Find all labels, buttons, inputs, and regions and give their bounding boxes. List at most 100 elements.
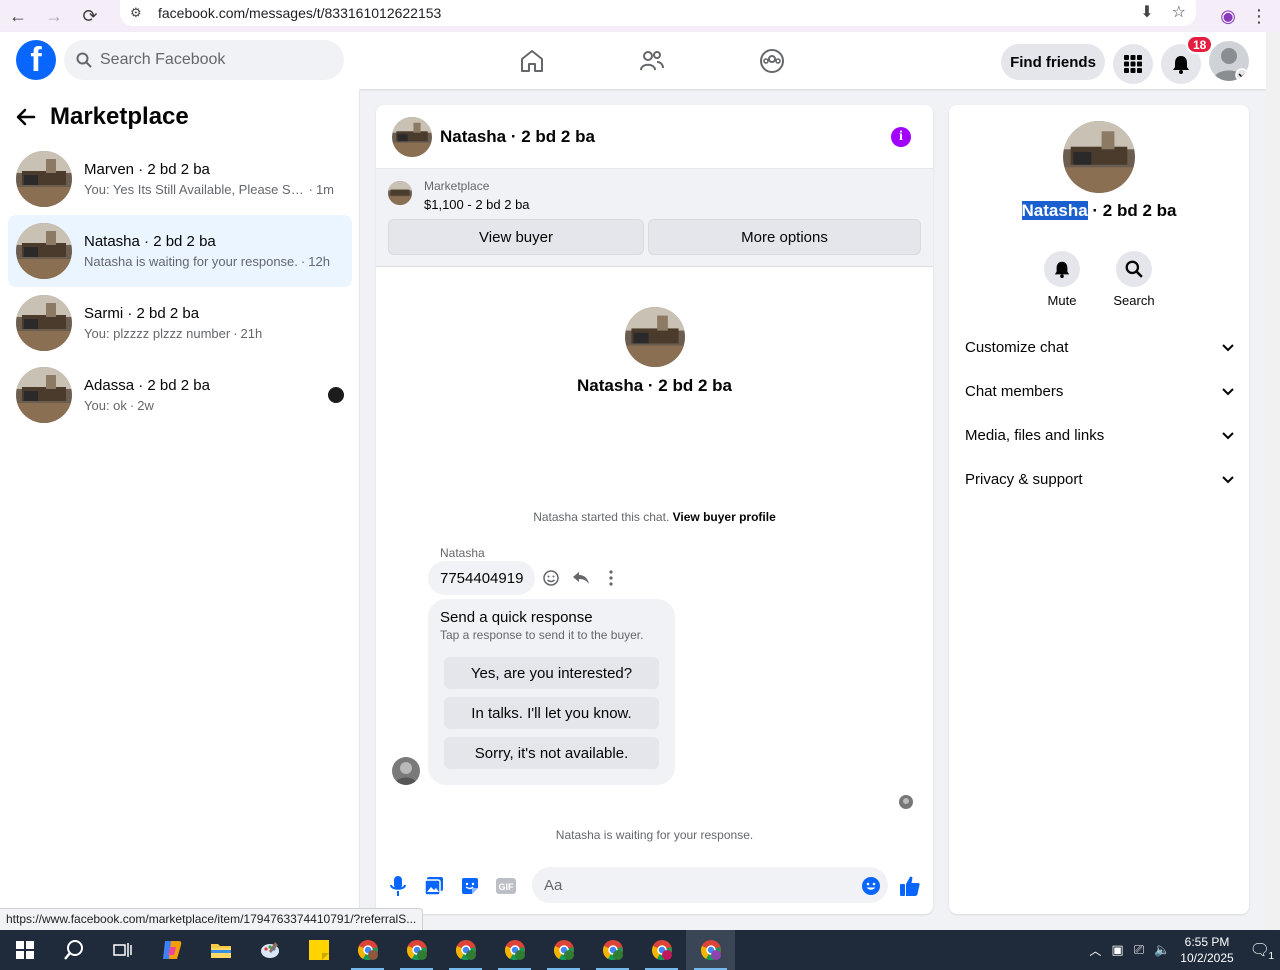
- address-bar[interactable]: ⚙ facebook.com/messages/t/83316101262215…: [120, 0, 1196, 26]
- reload-icon[interactable]: ⟳: [72, 0, 108, 32]
- search-icon: [1125, 260, 1143, 278]
- find-friends-button[interactable]: Find friends: [1001, 44, 1105, 80]
- system-clock[interactable]: 6:55 PM 10/2/2025: [1180, 934, 1233, 966]
- conversation-preview: You: Yes Its Still Available, Please Sen…: [84, 182, 306, 197]
- file-explorer-icon[interactable]: [196, 930, 245, 970]
- profile-icon[interactable]: ◉: [1220, 6, 1236, 27]
- more-options-button[interactable]: More options: [648, 219, 921, 255]
- chrome-menu-icon[interactable]: ⋮: [1250, 6, 1268, 27]
- chat-title[interactable]: Natasha · 2 bd 2 ba: [440, 127, 595, 147]
- photo-icon[interactable]: [423, 875, 445, 897]
- conversation-name: Marven · 2 bd 2 ba: [84, 161, 210, 178]
- search-input[interactable]: [100, 51, 320, 69]
- chrome-window-4-icon[interactable]: [490, 930, 539, 970]
- chevron-down-icon: [1222, 344, 1234, 352]
- chrome-window-3-icon[interactable]: [441, 930, 490, 970]
- listing-banner: Marketplace $1,100 - 2 bd 2 ba View buye…: [376, 169, 933, 267]
- privacy-support-section[interactable]: Privacy & support: [965, 459, 1235, 499]
- task-view-icon[interactable]: [98, 930, 147, 970]
- browser-toolbar: ← → ⟳ ⚙ facebook.com/messages/t/83316101…: [0, 0, 1280, 32]
- view-buyer-profile-link[interactable]: View buyer profile: [673, 510, 776, 524]
- search-label: Search: [1113, 293, 1155, 308]
- chrome-window-7-icon[interactable]: [637, 930, 686, 970]
- account-avatar[interactable]: [1209, 41, 1249, 81]
- profile-thumbnail[interactable]: [1063, 121, 1135, 193]
- sticker-icon[interactable]: [459, 875, 481, 897]
- back-arrow-icon[interactable]: [16, 107, 36, 127]
- friends-tab[interactable]: [592, 32, 712, 89]
- message-bubble[interactable]: 7754404919: [428, 561, 536, 595]
- start-windows-icon[interactable]: [0, 930, 49, 970]
- media-files-links-section[interactable]: Media, files and links: [965, 415, 1235, 455]
- chrome-window-1-icon[interactable]: [343, 930, 392, 970]
- action-center-count: 1: [1268, 951, 1274, 962]
- chrome-window-active-icon[interactable]: [686, 930, 735, 970]
- emoji-icon[interactable]: [860, 875, 882, 897]
- inbox-header: Marketplace: [16, 103, 189, 131]
- conversation-item-sarmi[interactable]: Sarmi · 2 bd 2 ba You: plzzzz plzzz numb…: [8, 287, 352, 359]
- chevron-down-icon: [1222, 476, 1234, 484]
- quick-response-option[interactable]: In talks. I'll let you know.: [444, 697, 659, 729]
- read-receipt-avatar: [899, 795, 913, 809]
- react-emoji-icon[interactable]: [542, 569, 560, 587]
- paint-app-icon[interactable]: [245, 930, 294, 970]
- page-scrollbar[interactable]: [1266, 32, 1280, 930]
- groups-icon: [760, 48, 784, 73]
- person-avatar-icon: [1213, 48, 1249, 81]
- mute-label: Mute: [1047, 293, 1077, 308]
- mute-action[interactable]: Mute: [1032, 251, 1092, 308]
- gif-icon[interactable]: GIF: [495, 875, 517, 897]
- url-text[interactable]: facebook.com/messages/t/833161012622153: [158, 5, 441, 21]
- chat-header-thumbnail[interactable]: [392, 116, 432, 157]
- volume-icon[interactable]: 🔈: [1154, 942, 1170, 958]
- copilot-app-icon[interactable]: [147, 930, 196, 970]
- conversation-item-natasha[interactable]: Natasha · 2 bd 2 ba Natasha is waiting f…: [8, 215, 352, 287]
- search-action[interactable]: Search: [1104, 251, 1164, 308]
- conversation-item-adassa[interactable]: Adassa · 2 bd 2 ba You: ok · 2w: [8, 359, 352, 431]
- search-button[interactable]: [1116, 251, 1152, 287]
- menu-button[interactable]: [1113, 44, 1153, 84]
- meet-now-icon[interactable]: ▣: [1111, 942, 1123, 958]
- home-tab[interactable]: [472, 32, 592, 89]
- network-icon[interactable]: ⎚: [1134, 942, 1144, 958]
- chat-members-section[interactable]: Chat members: [965, 371, 1235, 411]
- view-buyer-button[interactable]: View buyer: [388, 219, 644, 255]
- site-settings-icon[interactable]: ⚙: [130, 5, 146, 21]
- search-icon: [76, 52, 92, 68]
- listing-banner-thumbnail[interactable]: [388, 181, 412, 205]
- quick-response-option[interactable]: Sorry, it's not available.: [444, 737, 659, 769]
- action-center-icon[interactable]: 🗨 1: [1250, 940, 1274, 962]
- mute-button[interactable]: [1044, 251, 1080, 287]
- bookmark-star-icon[interactable]: ☆: [1172, 2, 1186, 22]
- install-app-icon[interactable]: ⬇: [1140, 2, 1153, 22]
- chrome-window-5-icon[interactable]: [539, 930, 588, 970]
- like-thumb-icon[interactable]: [899, 875, 921, 897]
- quick-response-option[interactable]: Yes, are you interested?: [444, 657, 659, 689]
- back-icon[interactable]: ←: [0, 0, 36, 32]
- message-composer: GIF: [376, 865, 933, 905]
- forward-icon[interactable]: →: [36, 0, 72, 32]
- microphone-icon[interactable]: [387, 875, 409, 897]
- facebook-logo-icon[interactable]: f: [16, 40, 56, 80]
- search-box[interactable]: [64, 40, 344, 80]
- conversation-time: 1m: [315, 182, 334, 197]
- groups-tab[interactable]: [712, 32, 832, 89]
- message-input[interactable]: [532, 867, 888, 903]
- sender-avatar[interactable]: [392, 757, 420, 785]
- more-vertical-icon[interactable]: [602, 569, 620, 587]
- selected-name-text[interactable]: Natasha: [1021, 201, 1088, 220]
- intro-name: Natasha · 2 bd 2 ba: [577, 376, 732, 395]
- windows-taskbar: ︿ ▣ ⎚ 🔈 6:55 PM 10/2/2025 🗨 1: [0, 930, 1280, 970]
- info-icon[interactable]: i: [891, 127, 911, 147]
- taskbar-search-icon[interactable]: [49, 930, 98, 970]
- chevron-up-icon[interactable]: ︿: [1089, 942, 1101, 959]
- conversation-time: 2w: [137, 398, 154, 413]
- customize-chat-section[interactable]: Customize chat: [965, 327, 1235, 367]
- chrome-window-6-icon[interactable]: [588, 930, 637, 970]
- svg-text:GIF: GIF: [499, 882, 515, 892]
- sticky-notes-icon[interactable]: [294, 930, 343, 970]
- reply-icon[interactable]: [572, 569, 590, 587]
- conversation-item-marven[interactable]: Marven · 2 bd 2 ba You: Yes Its Still Av…: [8, 143, 352, 215]
- conversation-name: Sarmi · 2 bd 2 ba: [84, 305, 200, 322]
- chrome-window-2-icon[interactable]: [392, 930, 441, 970]
